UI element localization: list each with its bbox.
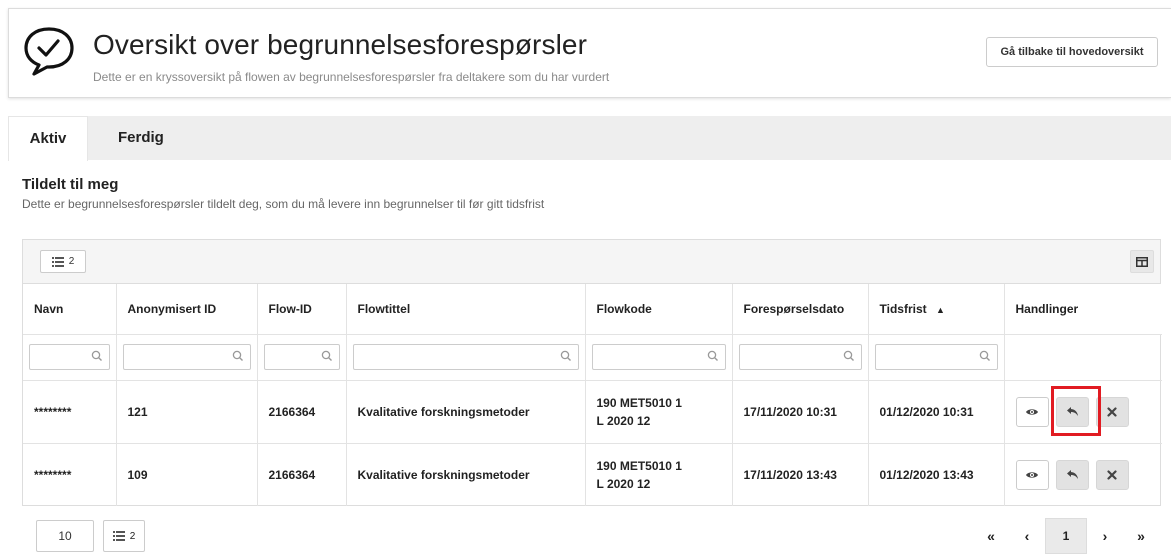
search-icon bbox=[91, 350, 102, 361]
first-page-button[interactable]: « bbox=[973, 518, 1009, 554]
filter-cell bbox=[116, 334, 258, 381]
filter-flow-id-input[interactable] bbox=[263, 344, 340, 370]
footer-columns-count: 2 bbox=[129, 530, 136, 542]
cell-foresporselsdato: 17/11/2020 10:31 bbox=[732, 380, 869, 444]
cell-foresporselsdato: 17/11/2020 13:43 bbox=[732, 443, 869, 506]
search-icon bbox=[232, 350, 243, 361]
filter-cell bbox=[732, 334, 869, 381]
column-header-handlinger: Handlinger bbox=[1004, 284, 1162, 335]
filter-foresporselsdato-input[interactable] bbox=[738, 344, 862, 370]
footer-column-chooser-button[interactable]: 2 bbox=[103, 520, 145, 552]
cell-navn: ******** bbox=[23, 380, 117, 444]
table-row: ******** 121 2166364 Kvalitative forskni… bbox=[23, 380, 1162, 444]
filter-flowkode-input[interactable] bbox=[591, 344, 726, 370]
reply-button[interactable] bbox=[1055, 459, 1089, 490]
eye-icon bbox=[1026, 472, 1038, 478]
cell-anonymisert-id: 109 bbox=[116, 443, 258, 506]
column-header-tidsfrist[interactable]: Tidsfrist ▲ bbox=[868, 284, 1005, 335]
list-icon bbox=[51, 256, 64, 267]
column-header-flow-id[interactable]: Flow-ID bbox=[257, 284, 347, 335]
current-page-button[interactable]: 1 bbox=[1045, 518, 1087, 554]
cell-tidsfrist: 01/12/2020 13:43 bbox=[868, 443, 1005, 506]
reply-icon bbox=[1066, 470, 1078, 480]
flowkode-line1: 190 MET5010 1 bbox=[596, 458, 682, 473]
close-icon bbox=[1107, 470, 1117, 480]
row-actions bbox=[1015, 396, 1152, 427]
row-actions bbox=[1015, 459, 1152, 490]
flowkode-line2: L 2020 12 bbox=[596, 413, 651, 428]
filter-cell bbox=[23, 334, 117, 381]
filter-anonymisert-id-input[interactable] bbox=[122, 344, 251, 370]
reply-button[interactable] bbox=[1055, 396, 1089, 427]
requests-table: Navn Anonymisert ID Flow-ID Flowtittel F… bbox=[23, 284, 1162, 506]
tab-bar: Aktiv Ferdig bbox=[8, 116, 1171, 161]
filter-flowtittel-input[interactable] bbox=[352, 344, 579, 370]
cell-tidsfrist: 01/12/2020 10:31 bbox=[868, 380, 1005, 444]
table-toolbar: 2 bbox=[23, 240, 1160, 284]
page-title: Oversikt over begrunnelsesforespørsler bbox=[93, 29, 587, 60]
page-subtitle: Dette er en kryssoversikt på flowen av b… bbox=[93, 70, 610, 84]
pagination: « ‹ 1 › » bbox=[973, 518, 1159, 554]
filter-cell bbox=[257, 334, 347, 381]
close-icon bbox=[1107, 406, 1117, 417]
filter-cell-empty bbox=[1004, 334, 1162, 381]
filter-navn-input[interactable] bbox=[29, 344, 110, 370]
column-chooser-button[interactable]: 2 bbox=[40, 250, 86, 273]
cell-handlinger bbox=[1004, 443, 1162, 506]
cell-anonymisert-id: 121 bbox=[116, 380, 258, 444]
table-footer: 10 2 « ‹ 1 › » bbox=[0, 506, 1171, 560]
column-header-anonymisert-id[interactable]: Anonymisert ID bbox=[116, 284, 258, 335]
page-header: Oversikt over begrunnelsesforespørsler D… bbox=[8, 8, 1171, 98]
section-title: Tildelt til meg bbox=[22, 176, 119, 193]
section-description: Dette er begrunnelsesforespørsler tildel… bbox=[22, 197, 545, 211]
sort-ascending-icon: ▲ bbox=[935, 304, 945, 315]
next-page-button[interactable]: › bbox=[1087, 518, 1123, 554]
filter-cell bbox=[585, 334, 733, 381]
search-icon bbox=[843, 350, 854, 361]
last-page-button[interactable]: » bbox=[1123, 518, 1159, 554]
tab-ferdig[interactable]: Ferdig bbox=[118, 116, 164, 160]
cell-navn: ******** bbox=[23, 443, 117, 506]
search-icon bbox=[979, 350, 990, 361]
cell-flowtittel: Kvalitative forskningsmetoder bbox=[346, 380, 586, 444]
cell-flow-id: 2166364 bbox=[257, 443, 347, 506]
requests-table-panel: 2 Navn Anonymisert ID Flow-ID Flowtittel… bbox=[22, 239, 1162, 506]
chat-check-icon bbox=[24, 27, 74, 76]
flowkode-line1: 190 MET5010 1 bbox=[596, 395, 682, 410]
search-icon bbox=[321, 350, 332, 361]
cell-flow-id: 2166364 bbox=[257, 380, 347, 444]
search-icon bbox=[560, 350, 571, 361]
view-button[interactable] bbox=[1015, 459, 1049, 490]
columns-count: 2 bbox=[68, 256, 75, 267]
table-row: ******** 109 2166364 Kvalitative forskni… bbox=[23, 443, 1162, 506]
column-header-flowtittel[interactable]: Flowtittel bbox=[346, 284, 586, 335]
cell-flowkode: 190 MET5010 1 L 2020 12 bbox=[585, 443, 733, 506]
page-size-select[interactable]: 10 bbox=[36, 520, 94, 552]
column-header-foresporselsdato[interactable]: Forespørselsdato bbox=[732, 284, 869, 335]
filter-tidsfrist-input[interactable] bbox=[874, 344, 998, 370]
column-header-flowkode[interactable]: Flowkode bbox=[585, 284, 733, 335]
layout-toggle-button[interactable] bbox=[1130, 250, 1154, 273]
list-icon bbox=[112, 531, 125, 541]
cell-flowtittel: Kvalitative forskningsmetoder bbox=[346, 443, 586, 506]
search-icon bbox=[707, 350, 718, 361]
cell-handlinger bbox=[1004, 380, 1162, 444]
filter-cell bbox=[868, 334, 1005, 381]
reply-icon bbox=[1066, 407, 1078, 416]
column-header-tidsfrist-label: Tidsfrist bbox=[879, 301, 927, 316]
prev-page-button[interactable]: ‹ bbox=[1009, 518, 1045, 554]
close-button[interactable] bbox=[1095, 396, 1129, 427]
column-header-navn[interactable]: Navn bbox=[23, 284, 117, 335]
flowkode-line2: L 2020 12 bbox=[596, 476, 651, 491]
cell-flowkode: 190 MET5010 1 L 2020 12 bbox=[585, 380, 733, 444]
eye-icon bbox=[1026, 408, 1038, 415]
close-button[interactable] bbox=[1095, 459, 1129, 490]
tab-aktiv[interactable]: Aktiv bbox=[8, 116, 88, 161]
back-to-overview-button[interactable]: Gå tilbake til hovedoversikt bbox=[986, 37, 1158, 67]
view-button[interactable] bbox=[1015, 396, 1049, 427]
layout-icon bbox=[1136, 256, 1148, 267]
filter-cell bbox=[346, 334, 586, 381]
